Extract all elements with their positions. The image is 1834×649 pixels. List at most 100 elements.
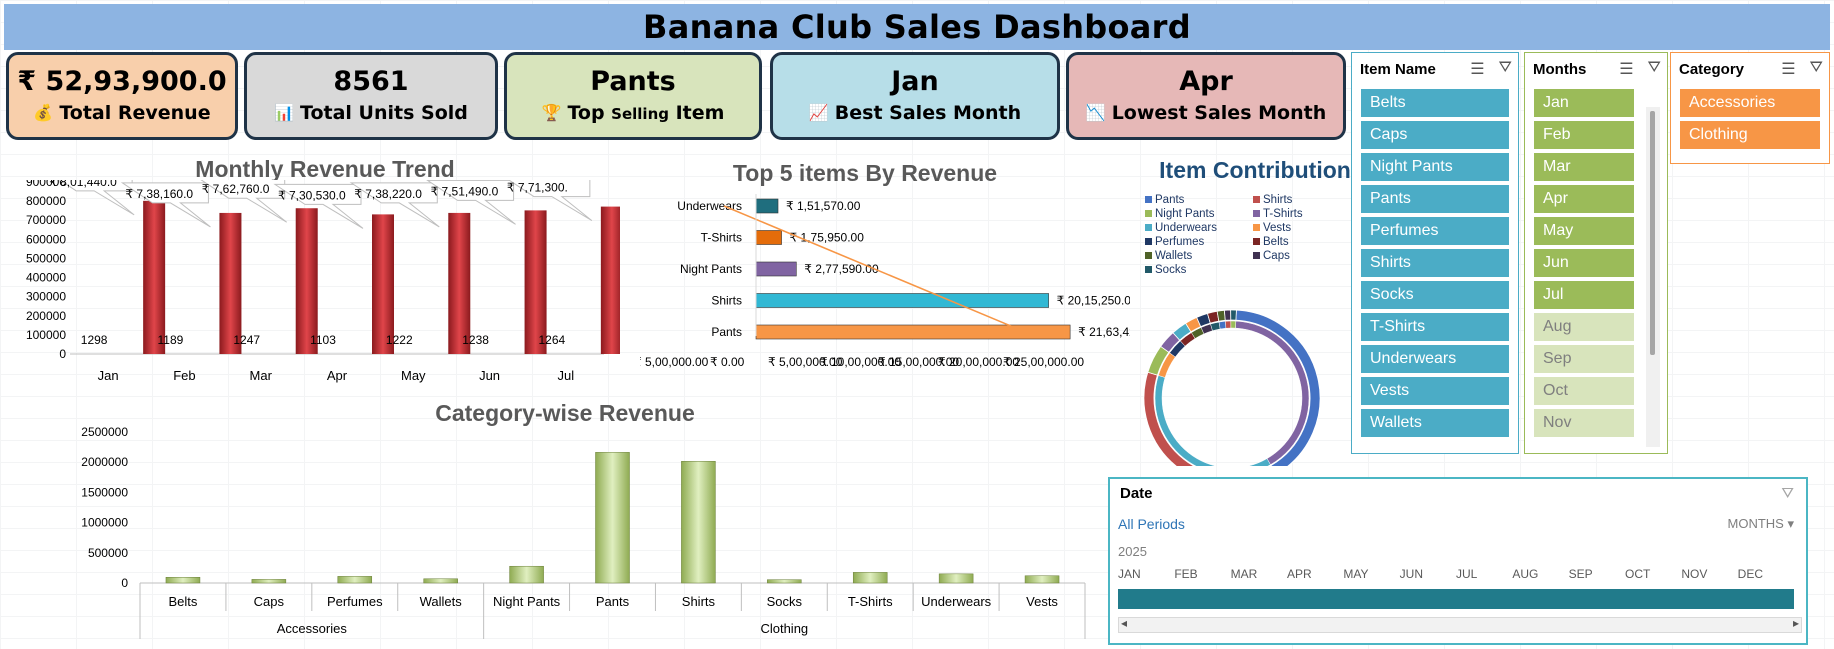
timeline-year: 2025	[1118, 544, 1147, 559]
timeline-month-label[interactable]: JUN	[1400, 567, 1423, 581]
slicer-item[interactable]: Caps	[1361, 121, 1509, 149]
donut-slice-inner	[1230, 320, 1237, 329]
x-tick-label: Socks	[767, 594, 803, 609]
x-tick-label: T-Shirts	[848, 594, 893, 609]
slicer-item[interactable]: Pants	[1361, 185, 1509, 213]
category-bar	[595, 452, 630, 584]
clear-filter-icon[interactable]: ⛛	[1810, 59, 1823, 79]
slicer-item[interactable]: May	[1534, 217, 1634, 245]
kpi-label: Total Units Sold	[300, 102, 468, 124]
units-label: 1238	[462, 333, 489, 347]
kpi-label: Total Revenue	[59, 102, 211, 124]
y-tick-label: 500000	[26, 251, 66, 265]
multi-select-icon[interactable]: ☰	[1619, 59, 1633, 79]
slicer-item[interactable]: Clothing	[1680, 121, 1820, 149]
slicer-item[interactable]: Feb	[1534, 121, 1634, 149]
category-bar	[337, 576, 373, 584]
timeline-scrollbar[interactable]: ◂ ▸	[1118, 616, 1802, 633]
slicer-item[interactable]: Jun	[1534, 249, 1634, 277]
timeline-level-dropdown[interactable]: MONTHS ▾	[1728, 516, 1795, 532]
scrollbar[interactable]	[1646, 107, 1660, 447]
top5-title: Top 5 items By Revenue	[732, 160, 998, 186]
slicer-item[interactable]: Shirts	[1361, 249, 1509, 277]
legend-label: Night Pants	[1155, 208, 1215, 220]
clear-filter-icon[interactable]: ⛛	[1499, 59, 1512, 79]
kpi-value: Pants	[590, 65, 676, 97]
kpi-value: ₹ 52,93,900.0	[17, 66, 227, 97]
slicer-item[interactable]: Jan	[1534, 89, 1634, 117]
x-tick-label: Shirts	[682, 594, 716, 609]
money-bag-icon: 💰	[33, 103, 54, 122]
timeline-title: Date	[1120, 485, 1153, 502]
kpi-label-selling: Selling	[611, 104, 669, 123]
timeline-month-label[interactable]: DEC	[1738, 567, 1763, 581]
legend-label: Wallets	[1155, 250, 1193, 262]
slicer-item[interactable]: Belts	[1361, 89, 1509, 117]
legend-label: Belts	[1263, 236, 1289, 248]
timeline-month-label[interactable]: OCT	[1625, 567, 1650, 581]
clear-filter-icon[interactable]: ⛛	[1648, 59, 1661, 79]
dashboard-title: Banana Club Sales Dashboard	[643, 8, 1191, 46]
slicer-item[interactable]: Mar	[1534, 153, 1634, 181]
x-tick-label: ₹ 25,00,000.00	[1003, 355, 1084, 369]
slicer-item[interactable]: Perfumes	[1361, 217, 1509, 245]
slicer-item[interactable]: Sep	[1534, 345, 1634, 373]
y-tick-label: 2500000	[81, 425, 128, 439]
scroll-left-icon[interactable]: ◂	[1121, 616, 1127, 630]
slicer-item[interactable]: Oct	[1534, 377, 1634, 405]
timeline-month-label[interactable]: MAY	[1343, 567, 1368, 581]
timeline-month-label[interactable]: APR	[1287, 567, 1312, 581]
multi-select-icon[interactable]: ☰	[1781, 59, 1795, 79]
slicer-item[interactable]: Underwears	[1361, 345, 1509, 373]
slicer-item[interactable]: Accessories	[1680, 89, 1820, 117]
monthly-revenue-title: Monthly Revenue Trend	[195, 156, 455, 182]
y-tick-label: Night Pants	[680, 262, 742, 276]
bar-chart-icon: 📊	[274, 103, 295, 122]
y-tick-label: 0	[121, 576, 128, 590]
legend-label: Socks	[1155, 264, 1187, 276]
y-tick-label: 700000	[26, 213, 66, 227]
timeline-month-label[interactable]: SEP	[1569, 567, 1593, 581]
units-label: 1298	[81, 333, 108, 347]
slicer-item[interactable]: Apr	[1534, 185, 1634, 213]
slicer-item[interactable]: Vests	[1361, 377, 1509, 405]
multi-select-icon[interactable]: ☰	[1470, 59, 1484, 79]
title-bar: Banana Club Sales Dashboard	[4, 4, 1830, 50]
slicer-item[interactable]: Aug	[1534, 313, 1634, 341]
item-name-slicer: Item Name ☰ ⛛ Belts Caps Night Pants Pants Pe…	[1351, 52, 1519, 454]
y-tick-label: 100000	[26, 328, 66, 342]
slicer-item[interactable]: T-Shirts	[1361, 313, 1509, 341]
slicer-item[interactable]: Socks	[1361, 281, 1509, 309]
donut-slice-inner	[1218, 321, 1227, 330]
legend-label: Vests	[1263, 222, 1291, 234]
timeline-month-label[interactable]: JAN	[1118, 567, 1141, 581]
data-label: ₹ 7,71,300.	[507, 181, 568, 195]
category-bar	[165, 577, 201, 584]
y-tick-label: 2000000	[81, 455, 128, 469]
x-tick-label: Vests	[1026, 594, 1058, 609]
timeline-bar[interactable]	[1118, 589, 1794, 609]
clear-filter-icon[interactable]: ⛛	[1781, 485, 1794, 502]
slicer-item[interactable]: Jul	[1534, 281, 1634, 309]
timeline-month-label[interactable]: MAR	[1231, 567, 1258, 581]
timeline-month-label[interactable]: AUG	[1512, 567, 1538, 581]
chevron-down-icon: ▾	[1787, 516, 1794, 531]
data-label: ₹ 7,38,220.0	[354, 187, 422, 201]
item-bar	[755, 198, 779, 214]
kpi-best-month: Jan 📈 Best Sales Month	[770, 52, 1060, 140]
slicer-item[interactable]: Nov	[1534, 409, 1634, 437]
slicer-item[interactable]: Wallets	[1361, 409, 1509, 437]
x-tick-label: Jan	[98, 368, 119, 383]
y-tick-label: Shirts	[711, 294, 742, 308]
legend-swatch	[1253, 196, 1260, 203]
timeline-month-label[interactable]: FEB	[1174, 567, 1197, 581]
timeline-month-label[interactable]: JUL	[1456, 567, 1477, 581]
slicer-item[interactable]: Night Pants	[1361, 153, 1509, 181]
months-slicer: Months ☰ ⛛ Jan Feb Mar Apr May Jun Jul Aug Sep Oct…	[1524, 52, 1668, 454]
scroll-right-icon[interactable]: ▸	[1793, 616, 1799, 630]
timeline-month-label[interactable]: NOV	[1681, 567, 1707, 581]
scrollbar-thumb[interactable]	[1650, 111, 1655, 355]
group-label: Clothing	[760, 621, 808, 636]
timeline-period: All Periods	[1118, 516, 1185, 532]
y-tick-label: 300000	[26, 290, 66, 304]
